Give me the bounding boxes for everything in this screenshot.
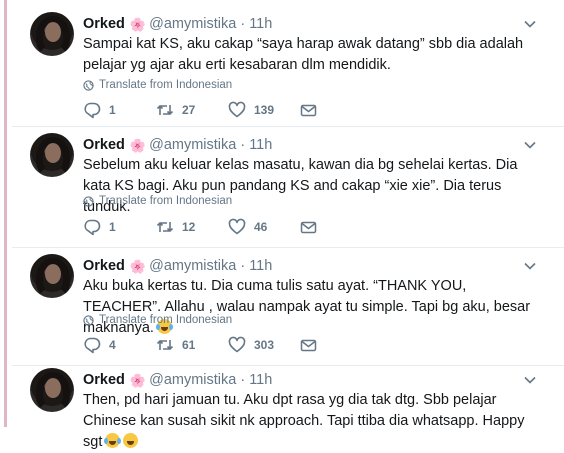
tweet-text: Aku buka kertas tu. Dia cuma tulis satu … — [83, 276, 543, 339]
tweet-text-content: Aku buka kertas tu. Dia cuma tulis satu … — [83, 278, 531, 336]
like-button[interactable]: 139 — [228, 101, 300, 119]
reply-count: 4 — [109, 338, 116, 352]
retweet-button[interactable]: 61 — [156, 336, 228, 354]
tweet-header: Orked 🌸 @amymistika · 11h — [83, 136, 272, 154]
retweet-icon — [156, 340, 174, 350]
display-name[interactable]: Orked — [83, 258, 125, 274]
cherry-blossom-icon: 🌸 — [129, 16, 147, 32]
tweet-actions: 4 61 303 — [83, 335, 317, 355]
retweet-count: 12 — [182, 220, 196, 234]
tweet-actions: 1 12 46 — [83, 217, 317, 237]
direct-message-button[interactable] — [300, 337, 317, 354]
chevron-down-icon[interactable] — [524, 139, 536, 151]
translate-label: Translate from Indonesian — [99, 79, 233, 91]
divider — [12, 365, 564, 366]
direct-message-button[interactable] — [300, 102, 317, 119]
translate-link[interactable]: Translate from Indonesian — [83, 195, 232, 207]
user-handle[interactable]: @amymistika — [149, 16, 236, 32]
separator-dot: · — [240, 372, 246, 388]
user-handle[interactable]: @amymistika — [149, 372, 236, 388]
user-handle[interactable]: @amymistika — [149, 137, 236, 153]
envelope-icon — [300, 339, 317, 351]
chevron-down-icon[interactable] — [524, 260, 536, 272]
avatar[interactable] — [30, 368, 74, 412]
avatar[interactable] — [30, 254, 74, 298]
heart-icon — [228, 101, 246, 118]
cherry-blossom-icon: 🌸 — [129, 372, 147, 388]
globe-icon — [83, 195, 94, 207]
globe-icon — [83, 314, 94, 326]
reply-button[interactable]: 4 — [83, 336, 156, 354]
thread-line — [4, 0, 7, 427]
globe-icon — [83, 79, 94, 91]
retweet-icon — [156, 222, 174, 232]
retweet-button[interactable]: 27 — [156, 101, 228, 119]
separator-dot: · — [240, 137, 246, 153]
tweet-text: Sebelum aku keluar kelas masatu, kawan d… — [83, 157, 518, 215]
like-button[interactable]: 46 — [228, 218, 300, 236]
tweet-header: Orked 🌸 @amymistika · 11h — [83, 371, 272, 389]
reply-icon — [84, 337, 101, 354]
cherry-blossom-icon: 🌸 — [129, 137, 147, 153]
tweet-actions: 1 27 139 — [83, 100, 317, 120]
reply-count: 1 — [109, 220, 116, 234]
heart-icon — [228, 336, 246, 353]
separator-dot: · — [240, 16, 246, 32]
reply-icon — [84, 219, 101, 236]
retweet-button[interactable]: 12 — [156, 218, 228, 236]
retweet-count: 27 — [182, 103, 196, 117]
tweet-text: Sampai kat KS, aku cakap “saya harap awa… — [83, 36, 524, 73]
envelope-icon — [300, 104, 317, 116]
cherry-blossom-icon: 🌸 — [129, 258, 147, 274]
reply-button[interactable]: 1 — [83, 101, 156, 119]
display-name[interactable]: Orked — [83, 16, 125, 32]
tweet-text: Then, pd hari jamuan tu. Aku dpt rasa yg… — [83, 390, 543, 453]
reply-button[interactable]: 1 — [83, 218, 156, 236]
like-count: 46 — [254, 220, 268, 234]
display-name[interactable]: Orked — [83, 137, 125, 153]
like-count: 139 — [254, 103, 275, 117]
timestamp[interactable]: 11h — [249, 372, 272, 388]
timestamp[interactable]: 11h — [249, 258, 272, 274]
translate-link[interactable]: Translate from Indonesian — [83, 79, 232, 91]
divider — [12, 247, 564, 248]
reply-count: 1 — [109, 103, 116, 117]
separator-dot: · — [240, 258, 246, 274]
chevron-down-icon[interactable] — [524, 374, 536, 386]
translate-link[interactable]: Translate from Indonesian — [83, 314, 232, 326]
timestamp[interactable]: 11h — [249, 16, 272, 32]
direct-message-button[interactable] — [300, 219, 317, 236]
retweet-count: 61 — [182, 338, 196, 352]
tweet-text-content: Then, pd hari jamuan tu. Aku dpt rasa yg… — [83, 392, 525, 450]
translate-label: Translate from Indonesian — [99, 314, 233, 326]
user-handle[interactable]: @amymistika — [149, 258, 236, 274]
like-count: 303 — [254, 338, 275, 352]
heart-icon — [228, 218, 246, 235]
reply-icon — [84, 102, 101, 119]
translate-label: Translate from Indonesian — [99, 195, 233, 207]
avatar[interactable] — [30, 133, 74, 177]
grinning-face-icon — [123, 433, 139, 448]
retweet-icon — [156, 105, 174, 115]
face-with-tears-of-joy-icon — [104, 433, 122, 448]
timestamp[interactable]: 11h — [249, 137, 272, 153]
display-name[interactable]: Orked — [83, 372, 125, 388]
chevron-down-icon[interactable] — [524, 18, 536, 30]
like-button[interactable]: 303 — [228, 336, 300, 354]
divider — [12, 126, 564, 127]
tweet-header: Orked 🌸 @amymistika · 11h — [83, 257, 272, 275]
tweet-header: Orked 🌸 @amymistika · 11h — [83, 15, 272, 33]
avatar[interactable] — [30, 12, 74, 56]
envelope-icon — [300, 221, 317, 233]
